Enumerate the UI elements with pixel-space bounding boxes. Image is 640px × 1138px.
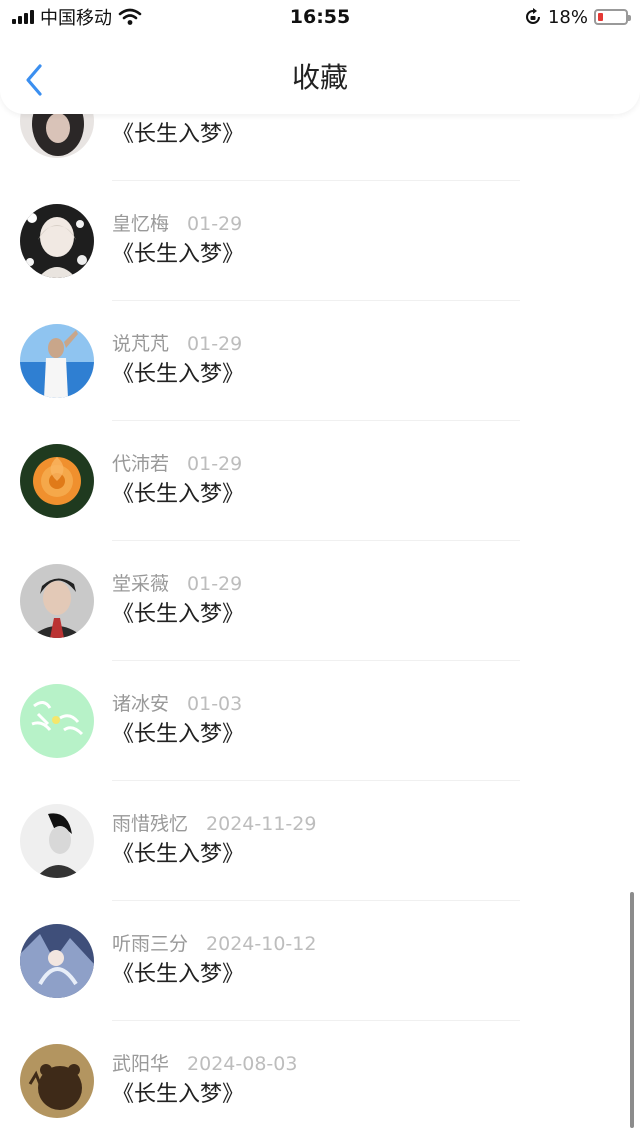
list-item[interactable]: 堂采薇 01-29 《长生入梦》 (0, 541, 640, 661)
item-title[interactable]: 《长生入梦》 (112, 236, 244, 268)
user-name: 说芃芃 (112, 333, 170, 355)
rotation-lock-icon (526, 8, 540, 24)
avatar[interactable] (20, 804, 94, 878)
user-name: 雨惜残忆 (112, 813, 189, 835)
list-item[interactable]: 皇忆梅 01-29 《长生入梦》 (0, 181, 640, 301)
list-item[interactable]: 诸冰安 01-03 《长生入梦》 (0, 661, 640, 781)
list-item[interactable]: 武阳华 2024-08-03 《长生入梦》 (0, 1021, 640, 1138)
item-title[interactable]: 《长生入梦》 (112, 716, 244, 748)
item-meta: 雨惜残忆 2024-11-29 (112, 809, 316, 836)
list-item[interactable]: 听雨三分 2024-10-12 《长生入梦》 (0, 901, 640, 1021)
item-date: 01-29 (187, 213, 243, 235)
status-bar: 中国移动 16:55 18% (0, 0, 640, 34)
item-meta: 皇忆梅 01-29 (112, 209, 242, 236)
item-date: 2024-10-12 (206, 933, 317, 955)
item-title[interactable]: 《长生入梦》 (112, 596, 244, 628)
avatar[interactable] (20, 324, 94, 398)
item-meta: 说芃芃 01-29 (112, 329, 242, 356)
avatar[interactable] (20, 924, 94, 998)
user-name: 堂采薇 (112, 573, 170, 595)
item-date: 2024-11-29 (206, 813, 317, 835)
item-title[interactable]: 《长生入梦》 (112, 356, 244, 388)
item-title[interactable]: 《长生入梦》 (112, 956, 244, 988)
list-item[interactable]: 说芃芃 01-29 《长生入梦》 (0, 301, 640, 421)
avatar[interactable] (20, 564, 94, 638)
user-name: 皇忆梅 (112, 213, 170, 235)
item-title[interactable]: 《长生入梦》 (112, 116, 244, 148)
item-title[interactable]: 《长生入梦》 (112, 476, 244, 508)
avatar[interactable] (20, 204, 94, 278)
favorites-screen: 《长生入梦》 皇忆梅 01-29 《长生入梦》 说芃芃 01-29 《长生入梦》… (0, 0, 640, 1138)
user-name: 诸冰安 (112, 693, 170, 715)
user-name: 听雨三分 (112, 933, 189, 955)
item-date: 01-29 (187, 573, 243, 595)
item-title[interactable]: 《长生入梦》 (112, 1076, 244, 1108)
list-item[interactable]: 代沛若 01-29 《长生入梦》 (0, 421, 640, 541)
item-meta: 武阳华 2024-08-03 (112, 1049, 297, 1076)
item-meta: 听雨三分 2024-10-12 (112, 929, 316, 956)
item-meta: 代沛若 01-29 (112, 449, 242, 476)
user-name: 代沛若 (112, 453, 170, 475)
avatar[interactable] (20, 444, 94, 518)
item-date: 01-29 (187, 333, 243, 355)
item-title[interactable]: 《长生入梦》 (112, 836, 244, 868)
battery-percent: 18% (547, 6, 588, 28)
list-item[interactable]: 雨惜残忆 2024-11-29 《长生入梦》 (0, 781, 640, 901)
user-name: 武阳华 (112, 1053, 170, 1075)
scrollbar[interactable] (630, 892, 634, 1128)
item-date: 01-03 (187, 693, 243, 715)
item-meta: 堂采薇 01-29 (112, 569, 242, 596)
item-meta: 诸冰安 01-03 (112, 689, 242, 716)
status-right: 18% (524, 4, 631, 30)
page-title: 收藏 (291, 61, 348, 94)
avatar[interactable] (20, 684, 94, 758)
item-date: 01-29 (187, 453, 243, 475)
avatar[interactable] (20, 1044, 94, 1118)
battery-level (598, 13, 603, 21)
battery-icon (594, 9, 631, 25)
item-date: 2024-08-03 (187, 1053, 298, 1075)
